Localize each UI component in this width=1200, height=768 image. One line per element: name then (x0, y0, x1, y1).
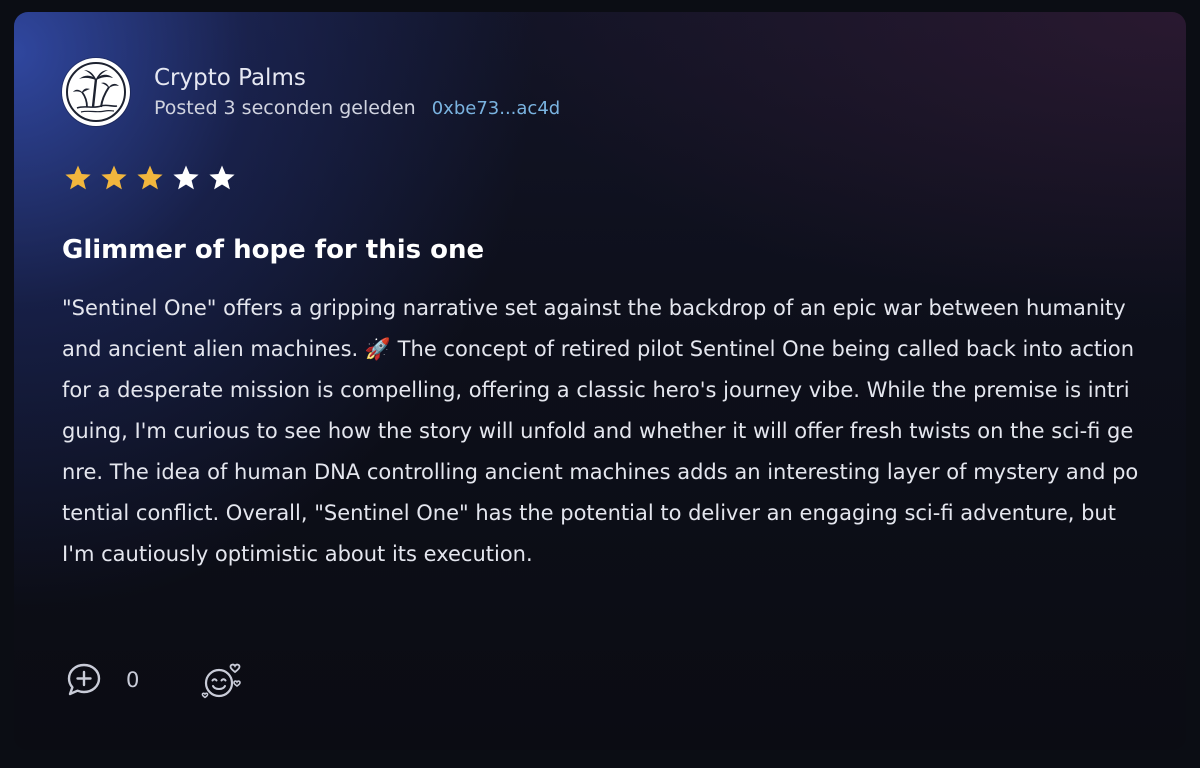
avatar[interactable] (62, 58, 130, 126)
smile-hearts-icon (202, 663, 242, 699)
react-button[interactable] (199, 660, 245, 700)
wallet-address-link[interactable]: 0xbe73...ac4d (432, 96, 560, 122)
posted-time: Posted 3 seconden geleden (154, 96, 416, 119)
star-rating (64, 164, 244, 192)
comment-plus-icon (67, 663, 101, 696)
review-header: Crypto Palms Posted 3 seconden geleden 0… (62, 58, 560, 126)
review-body: "Sentinel One" offers a gripping narrati… (62, 296, 1139, 566)
author-meta: Crypto Palms Posted 3 seconden geleden 0… (154, 63, 560, 122)
review-card: Crypto Palms Posted 3 seconden geleden 0… (14, 12, 1186, 750)
star-empty-icon (209, 165, 235, 190)
star-filled-icon (101, 165, 127, 190)
comment-button[interactable]: 0 (64, 660, 139, 700)
post-info: Posted 3 seconden geleden 0xbe73...ac4d (154, 95, 560, 122)
star-filled-icon (137, 165, 163, 190)
review-actions: 0 (64, 660, 245, 700)
review-title: Glimmer of hope for this one (62, 235, 485, 265)
star-empty-icon (173, 165, 199, 190)
author-name[interactable]: Crypto Palms (154, 63, 560, 93)
palm-trees-logo-icon (66, 62, 126, 122)
star-filled-icon (65, 165, 91, 190)
comment-count: 0 (126, 668, 140, 692)
